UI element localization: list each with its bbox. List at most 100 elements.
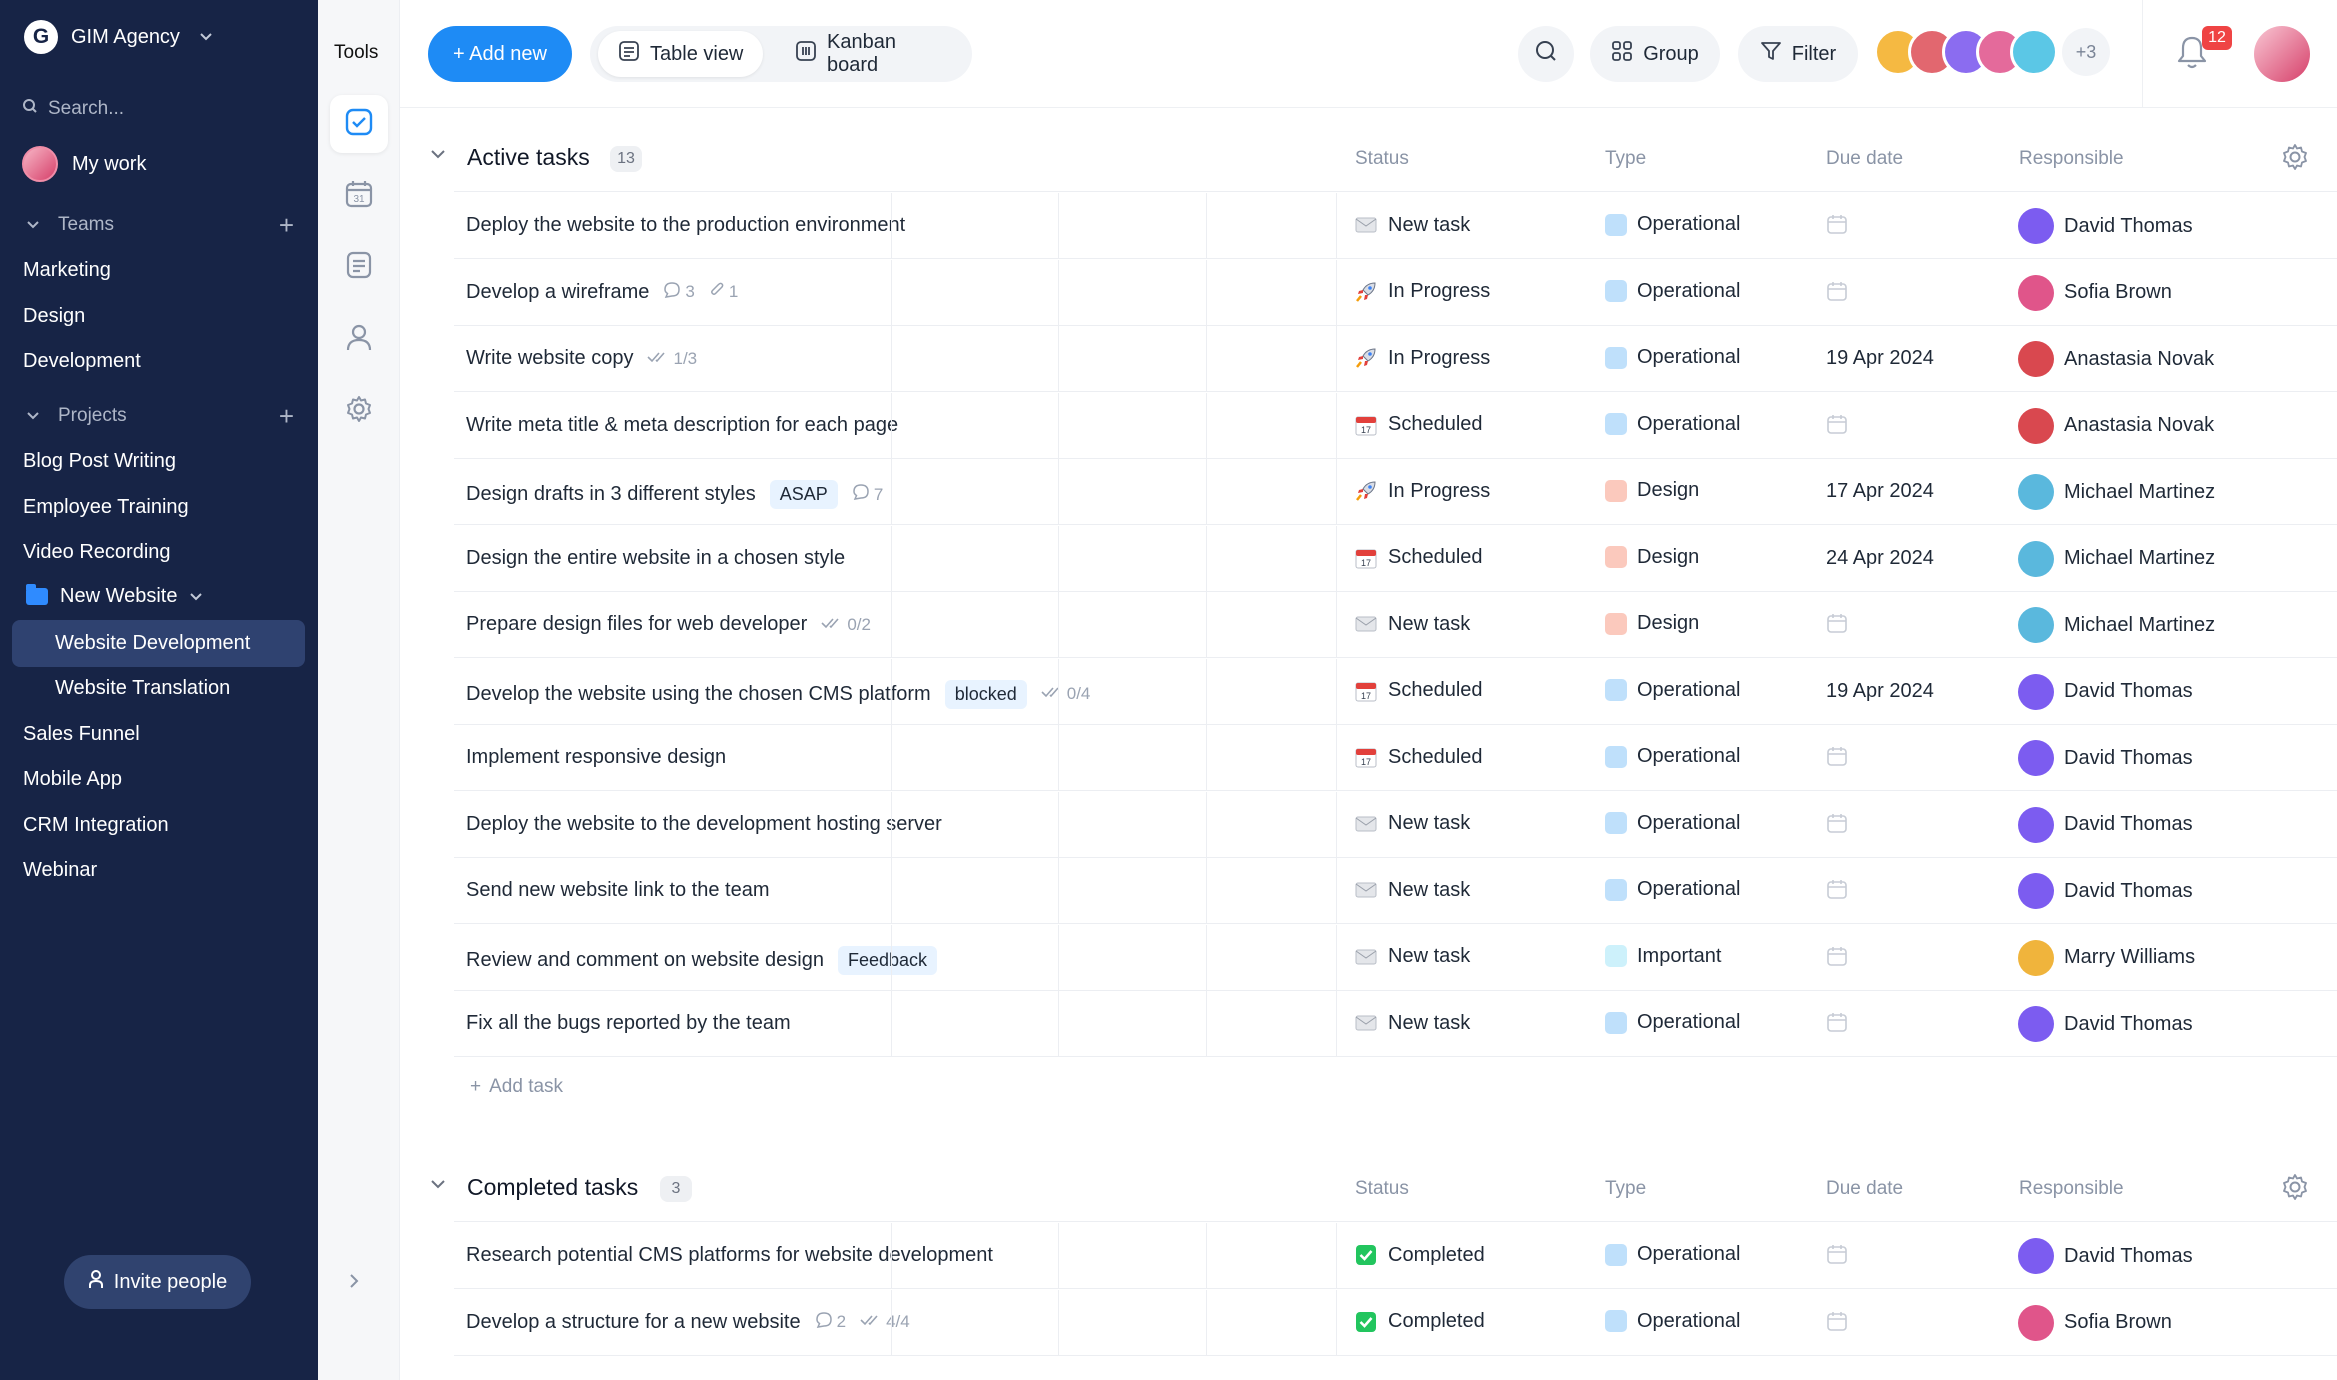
task-title-cell[interactable]: Develop the website using the chosen CMS… (466, 679, 1090, 709)
responsible-cell[interactable]: David Thomas (2018, 806, 2193, 843)
tab-table-view[interactable]: Table view (598, 31, 764, 77)
task-title-cell[interactable]: Research potential CMS platforms for web… (466, 1244, 993, 1267)
task-title-cell[interactable]: Design the entire website in a chosen st… (466, 547, 845, 570)
invite-people-button[interactable]: Invite people (64, 1255, 251, 1309)
checklist-progress[interactable]: 0/4 (1041, 684, 1090, 704)
type-cell[interactable]: Operational (1605, 1310, 1740, 1333)
calendar-icon[interactable] (1826, 280, 1848, 308)
calendar-icon[interactable] (1826, 413, 1848, 441)
type-cell[interactable]: Design (1605, 612, 1699, 635)
task-title-cell[interactable]: Fix all the bugs reported by the team (466, 1012, 791, 1035)
tool-calendar[interactable]: 31 (330, 167, 388, 225)
chevron-down-icon[interactable] (430, 146, 446, 164)
task-tag[interactable]: Feedback (837, 945, 938, 975)
table-row[interactable]: Fix all the bugs reported by the team Ne… (454, 991, 2337, 1057)
calendar-icon[interactable] (1826, 1011, 1848, 1039)
type-cell[interactable]: Operational (1605, 413, 1740, 436)
sidebar-item-sales-funnel[interactable]: Sales Funnel (23, 723, 140, 746)
table-row[interactable]: Implement responsive design 17 Scheduled… (454, 725, 2337, 791)
type-cell[interactable]: Operational (1605, 213, 1740, 236)
gear-icon[interactable] (2280, 142, 2310, 177)
task-title-cell[interactable]: Develop a structure for a new website 2 4/… (466, 1311, 910, 1334)
status-cell[interactable]: 17 Scheduled (1354, 546, 1483, 570)
attachments-count[interactable]: 1 (709, 281, 738, 304)
task-title-cell[interactable]: Implement responsive design (466, 746, 726, 769)
checklist-progress[interactable]: 1/3 (647, 349, 697, 369)
column-header-due-date[interactable]: Due date (1826, 1178, 1903, 1200)
type-cell[interactable]: Operational (1605, 812, 1740, 835)
table-row[interactable]: Develop the website using the chosen CMS… (454, 658, 2337, 725)
add-task-button[interactable]: + Add task (470, 1076, 563, 1098)
sidebar-item-development[interactable]: Development (23, 350, 141, 373)
type-cell[interactable]: Operational (1605, 1243, 1740, 1266)
teams-section-header[interactable]: Teams + (26, 212, 294, 238)
task-title-cell[interactable]: Deploy the website to the development ho… (466, 813, 942, 836)
calendar-icon[interactable] (1826, 1310, 1848, 1338)
column-header-type[interactable]: Type (1605, 148, 1646, 170)
status-cell[interactable]: Completed (1354, 1310, 1485, 1334)
sidebar-item-design[interactable]: Design (23, 305, 85, 328)
status-cell[interactable]: 17 Scheduled (1354, 745, 1483, 769)
type-cell[interactable]: Important (1605, 945, 1721, 968)
comments-count[interactable]: 7 (852, 483, 883, 506)
tool-tasks[interactable] (330, 95, 388, 153)
type-cell[interactable]: Design (1605, 546, 1699, 569)
responsible-cell[interactable]: David Thomas (2018, 1238, 2193, 1274)
status-cell[interactable]: In Progress (1354, 479, 1490, 503)
chevron-down-icon[interactable] (430, 1176, 446, 1194)
status-cell[interactable]: In Progress (1354, 280, 1490, 304)
calendar-icon[interactable] (1826, 812, 1848, 840)
sidebar-search[interactable]: Search... (22, 98, 124, 120)
due-date[interactable]: 19 Apr 2024 (1826, 347, 1934, 370)
responsible-cell[interactable]: Michael Martinez (2018, 474, 2215, 510)
due-date[interactable]: 17 Apr 2024 (1826, 480, 1934, 503)
status-cell[interactable]: New task (1354, 1011, 1470, 1035)
sidebar-item-marketing[interactable]: Marketing (23, 259, 111, 282)
column-header-status[interactable]: Status (1355, 1178, 1409, 1200)
add-project-icon[interactable]: + (279, 403, 294, 429)
sidebar-item-crm-integration[interactable]: CRM Integration (23, 814, 169, 837)
responsible-cell[interactable]: Michael Martinez (2018, 607, 2215, 643)
tool-people[interactable] (330, 310, 388, 368)
avatar[interactable] (2254, 26, 2310, 82)
task-title-cell[interactable]: Review and comment on website design Feed… (466, 945, 938, 975)
table-row[interactable]: Write meta title & meta description for … (454, 392, 2337, 459)
calendar-icon[interactable] (1826, 1243, 1848, 1271)
type-cell[interactable]: Operational (1605, 280, 1740, 303)
type-cell[interactable]: Operational (1605, 346, 1740, 369)
workspace-switcher[interactable]: G GIM Agency (24, 20, 213, 54)
type-cell[interactable]: Operational (1605, 679, 1740, 702)
status-cell[interactable]: New task (1354, 812, 1470, 836)
sidebar-item-blog-post-writing[interactable]: Blog Post Writing (23, 450, 176, 473)
checklist-progress[interactable]: 0/2 (821, 615, 871, 635)
status-cell[interactable]: New task (1354, 612, 1470, 636)
type-cell[interactable]: Operational (1605, 745, 1740, 768)
calendar-icon[interactable] (1826, 612, 1848, 640)
status-cell[interactable]: New task (1354, 878, 1470, 902)
responsible-cell[interactable]: David Thomas (2018, 873, 2193, 909)
sidebar-item-webinar[interactable]: Webinar (23, 859, 97, 882)
search-button[interactable] (1518, 26, 1574, 82)
sidebar-item-website-translation[interactable]: Website Translation (55, 677, 230, 700)
table-row[interactable]: Send new website link to the team New ta… (454, 858, 2337, 924)
tool-notes[interactable] (330, 238, 388, 296)
task-title-cell[interactable]: Write meta title & meta description for … (466, 414, 898, 437)
projects-section-header[interactable]: Projects + (26, 403, 294, 429)
responsible-cell[interactable]: David Thomas (2018, 1006, 2193, 1042)
column-header-due-date[interactable]: Due date (1826, 148, 1903, 170)
task-title-cell[interactable]: Write website copy 1/3 (466, 347, 697, 370)
column-header-responsible[interactable]: Responsible (2019, 148, 2124, 170)
calendar-icon[interactable] (1826, 945, 1848, 973)
chevron-right-icon[interactable] (348, 1272, 360, 1296)
responsible-cell[interactable]: Anastasia Novak (2018, 407, 2214, 444)
sidebar-item-website-development[interactable]: Website Development (55, 632, 250, 655)
status-cell[interactable]: Completed (1354, 1243, 1485, 1267)
calendar-icon[interactable] (1826, 213, 1848, 241)
gear-icon[interactable] (2280, 1172, 2310, 1207)
table-row[interactable]: Develop a structure for a new website 2 4/… (454, 1289, 2337, 1356)
table-row[interactable]: Develop a wireframe 3 1 In Progress Operat… (454, 259, 2337, 326)
team-avatars[interactable]: +3 (1874, 28, 2110, 76)
tab-kanban-board[interactable]: Kanban board (775, 31, 972, 77)
calendar-icon[interactable] (1826, 878, 1848, 906)
table-row[interactable]: Design drafts in 3 different styles ASAP 7… (454, 459, 2337, 525)
